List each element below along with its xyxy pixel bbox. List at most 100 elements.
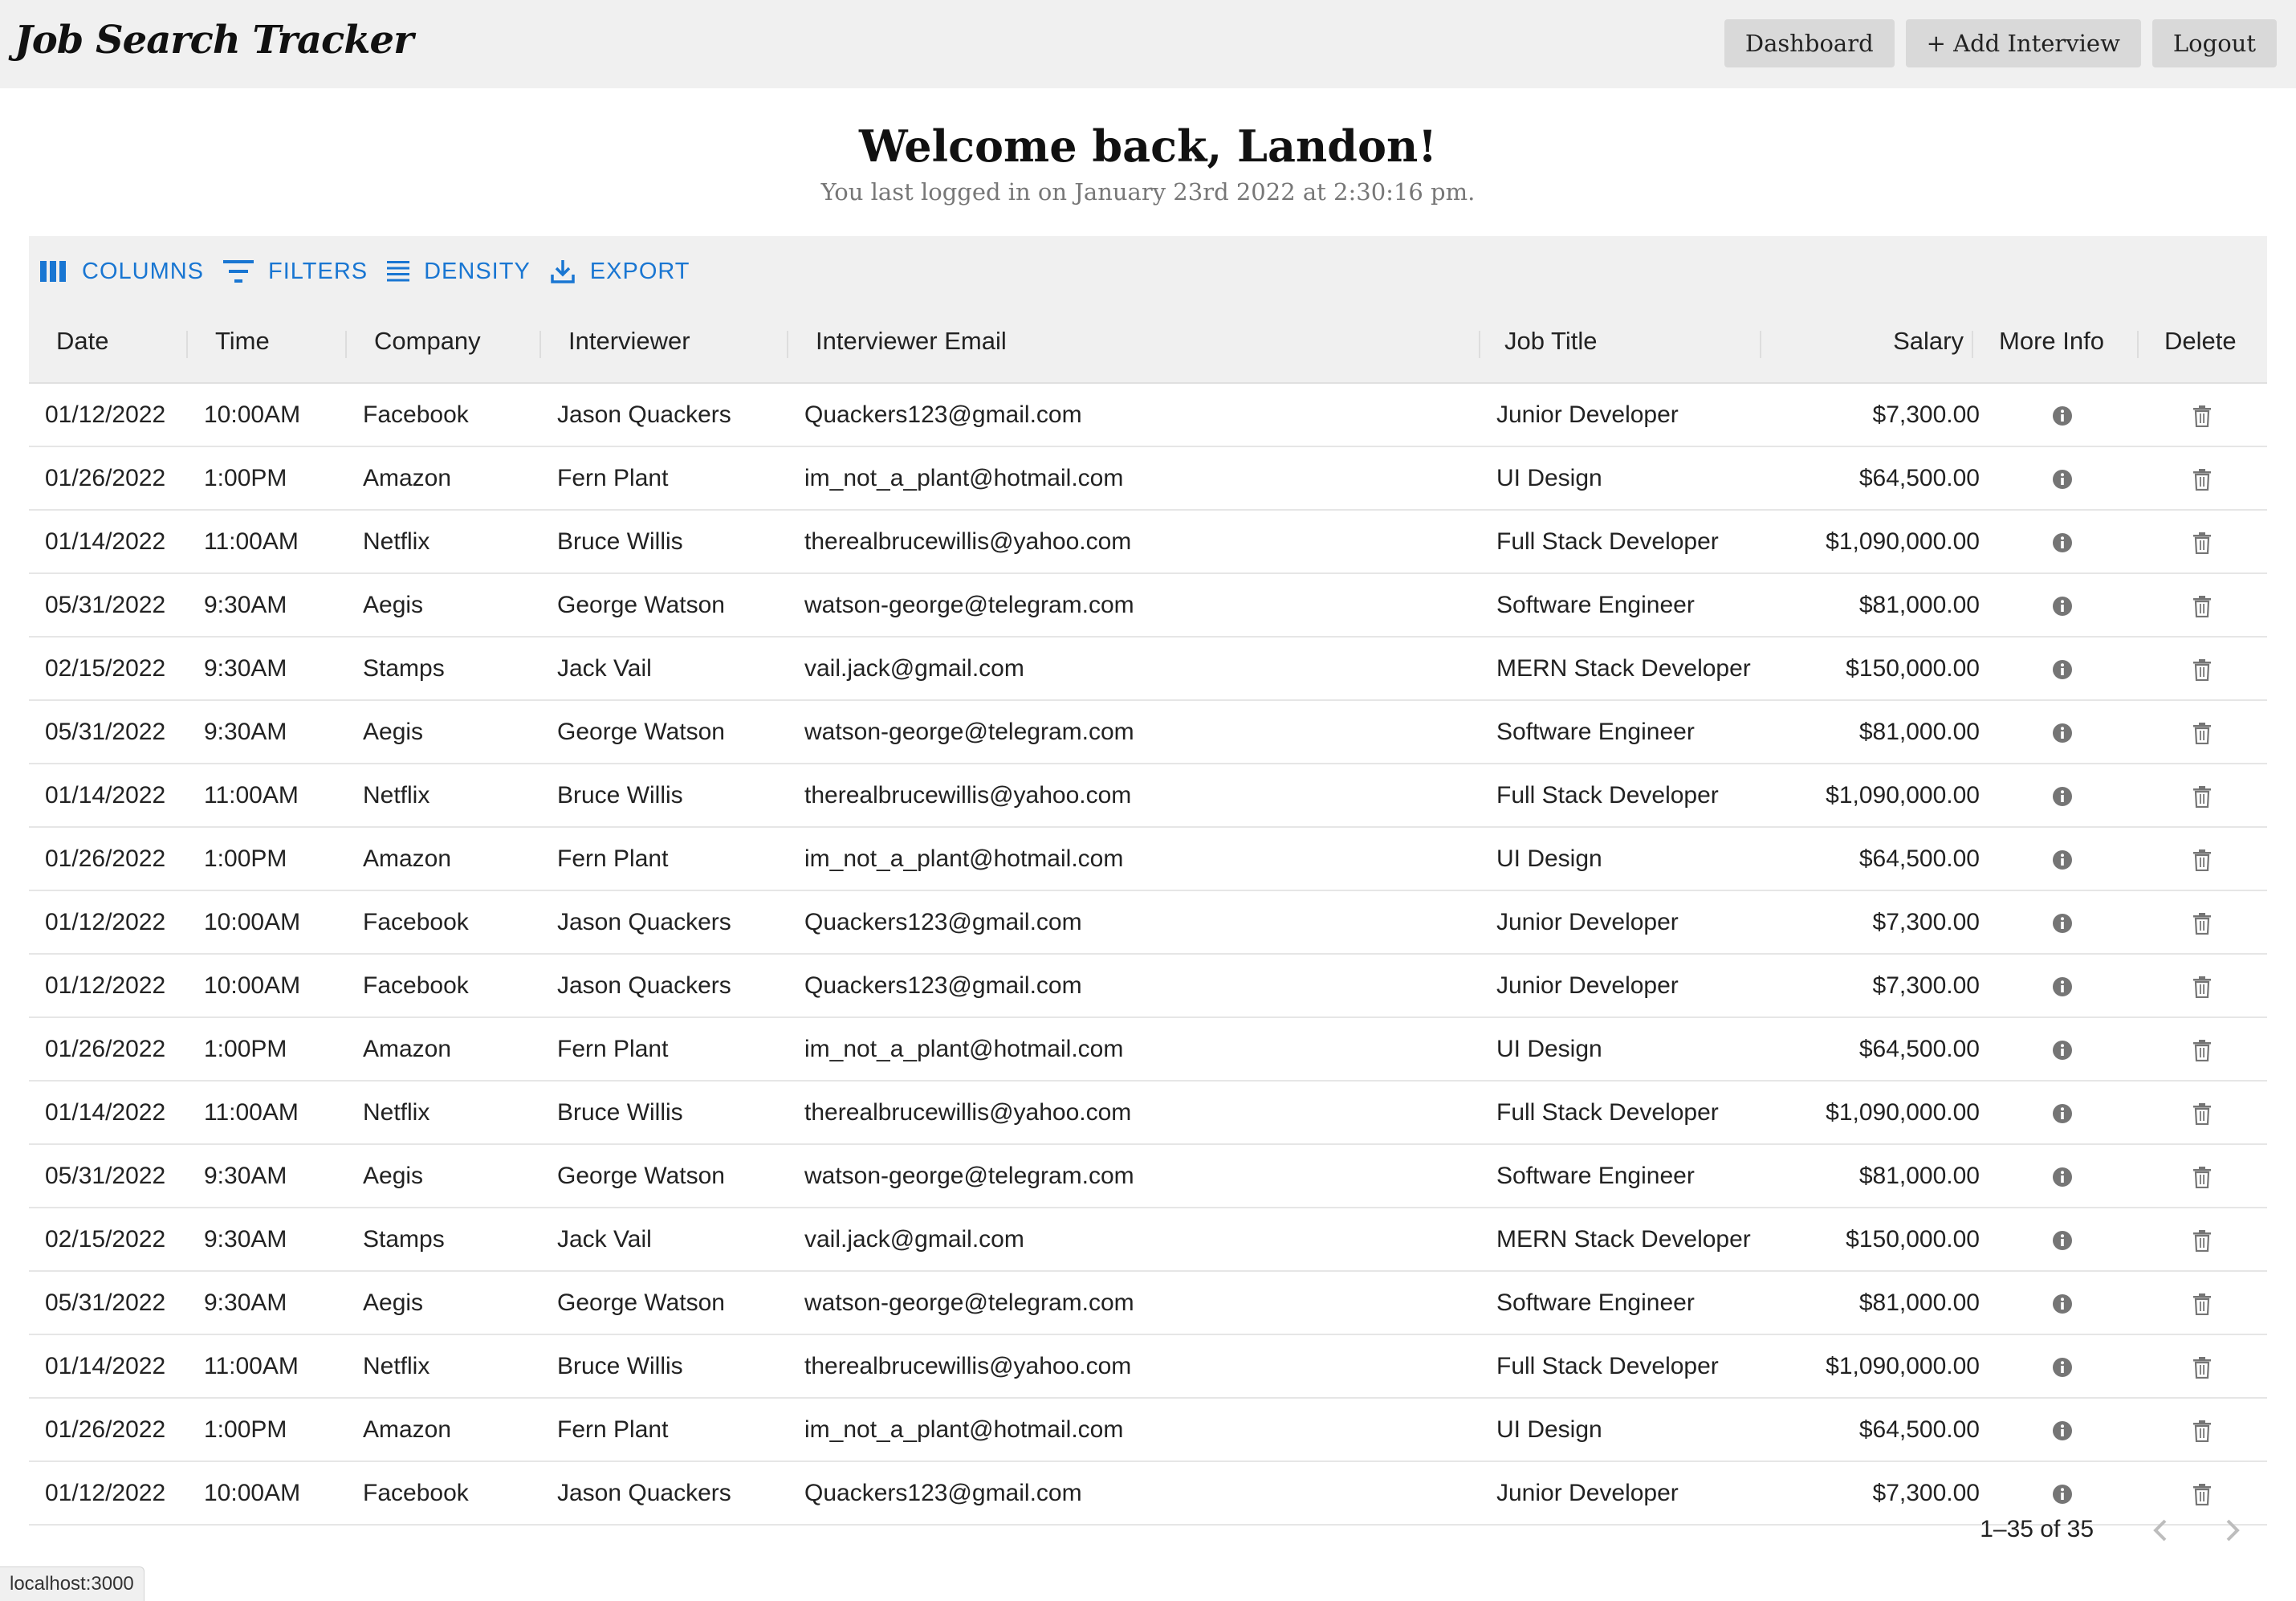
column-separator[interactable] <box>1479 331 1480 358</box>
table-row[interactable]: 02/15/2022 9:30AM Stamps Jack Vail vail.jack… <box>29 1208 2267 1272</box>
column-separator[interactable] <box>186 331 188 358</box>
table-row[interactable]: 01/14/2022 11:00AM Netflix Bruce Willis ther… <box>29 1335 2267 1399</box>
cell-interviewer: Bruce Willis <box>557 1353 683 1379</box>
trash-icon <box>2193 849 2211 872</box>
cell-time: 1:00PM <box>204 1036 287 1062</box>
delete-button[interactable] <box>2137 1018 2267 1080</box>
table-row[interactable]: 01/14/2022 11:00AM Netflix Bruce Willis ther… <box>29 511 2267 574</box>
delete-button[interactable] <box>2137 1145 2267 1207</box>
density-icon <box>387 261 410 282</box>
more-info-button[interactable] <box>1988 1335 2137 1397</box>
table-row[interactable]: 05/31/2022 9:30AM Aegis George Watson watson… <box>29 701 2267 764</box>
more-info-button[interactable] <box>1988 574 2137 636</box>
filters-button[interactable]: FILTERS <box>223 259 368 285</box>
delete-button[interactable] <box>2137 1399 2267 1460</box>
column-header-job-title[interactable]: Job Title <box>1493 307 1608 382</box>
column-separator[interactable] <box>1972 331 1973 358</box>
more-info-button[interactable] <box>1988 828 2137 890</box>
table-row[interactable]: 01/14/2022 11:00AM Netflix Bruce Willis ther… <box>29 1082 2267 1145</box>
table-header: Date Time Company Interviewer Interviewe… <box>29 307 2267 384</box>
add-interview-button[interactable]: + Add Interview <box>1905 19 2141 67</box>
column-separator[interactable] <box>1760 331 1761 358</box>
cell-company: Netflix <box>363 1099 430 1126</box>
delete-button[interactable] <box>2137 384 2267 446</box>
delete-button[interactable] <box>2137 1208 2267 1270</box>
more-info-button[interactable] <box>1988 511 2137 572</box>
delete-button[interactable] <box>2137 701 2267 763</box>
cell-interviewer-email: im_not_a_plant@hotmail.com <box>804 845 1124 872</box>
table-row[interactable]: 05/31/2022 9:30AM Aegis George Watson watson… <box>29 1272 2267 1335</box>
logout-button[interactable]: Logout <box>2151 19 2277 67</box>
table-row[interactable]: 05/31/2022 9:30AM Aegis George Watson watson… <box>29 1145 2267 1208</box>
next-page-button[interactable] <box>2211 1509 2253 1551</box>
columns-button[interactable]: COLUMNS <box>40 259 204 285</box>
table-row[interactable]: 05/31/2022 9:30AM Aegis George Watson watson… <box>29 574 2267 638</box>
more-info-button[interactable] <box>1988 955 2137 1016</box>
more-info-button[interactable] <box>1988 1208 2137 1270</box>
dashboard-button[interactable]: Dashboard <box>1724 19 1895 67</box>
column-separator[interactable] <box>345 331 347 358</box>
column-separator[interactable] <box>539 331 541 358</box>
table-row[interactable]: 01/14/2022 11:00AM Netflix Bruce Willis ther… <box>29 764 2267 828</box>
column-header-interviewer-email[interactable]: Interviewer Email <box>804 307 1018 382</box>
column-header-interviewer[interactable]: Interviewer <box>557 307 702 382</box>
column-separator[interactable] <box>2137 331 2139 358</box>
delete-button[interactable] <box>2137 1335 2267 1397</box>
cell-job-title: Full Stack Developer <box>1496 1353 1719 1379</box>
welcome-title: Welcome back, Landon! <box>859 120 1437 172</box>
filters-label: FILTERS <box>268 258 368 284</box>
delete-button[interactable] <box>2137 574 2267 636</box>
previous-page-button[interactable] <box>2140 1509 2182 1551</box>
column-separator[interactable] <box>787 331 788 358</box>
more-info-button[interactable] <box>1988 1082 2137 1143</box>
more-info-button[interactable] <box>1988 1272 2137 1334</box>
cell-time: 9:30AM <box>204 655 287 682</box>
density-button[interactable]: DENSITY <box>387 259 531 285</box>
table-row[interactable]: 01/12/2022 10:00AM Facebook Jason Quackers Q… <box>29 891 2267 955</box>
column-header-time[interactable]: Time <box>204 307 281 382</box>
cell-job-title: Software Engineer <box>1496 592 1695 618</box>
more-info-button[interactable] <box>1988 1145 2137 1207</box>
trash-icon <box>2193 1293 2211 1316</box>
more-info-button[interactable] <box>1988 701 2137 763</box>
delete-button[interactable] <box>2137 828 2267 890</box>
table-row[interactable]: 02/15/2022 9:30AM Stamps Jack Vail vail.jack… <box>29 638 2267 701</box>
table-row[interactable]: 01/26/2022 1:00PM Amazon Fern Plant im_not_a… <box>29 1018 2267 1082</box>
more-info-button[interactable] <box>1988 1018 2137 1080</box>
column-header-company[interactable]: Company <box>363 307 492 382</box>
column-header-delete[interactable]: Delete <box>2153 307 2248 382</box>
column-header-date[interactable]: Date <box>45 307 120 382</box>
delete-button[interactable] <box>2137 891 2267 953</box>
cell-interviewer-email: watson-george@telegram.com <box>804 1289 1134 1316</box>
table-row[interactable]: 01/26/2022 1:00PM Amazon Fern Plant im_not_a… <box>29 828 2267 891</box>
table-row[interactable]: 01/26/2022 1:00PM Amazon Fern Plant im_not_a… <box>29 447 2267 511</box>
column-header-salary[interactable]: Salary <box>1763 307 1975 382</box>
more-info-button[interactable] <box>1988 638 2137 699</box>
cell-time: 11:00AM <box>204 528 299 555</box>
delete-button[interactable] <box>2137 511 2267 572</box>
export-button[interactable]: EXPORT <box>550 259 690 285</box>
cell-salary: $1,090,000.00 <box>1826 1353 1980 1379</box>
app-brand[interactable]: Job Search Tracker <box>14 18 413 63</box>
delete-button[interactable] <box>2137 447 2267 509</box>
delete-button[interactable] <box>2137 764 2267 826</box>
more-info-button[interactable] <box>1988 384 2137 446</box>
table-row[interactable]: 01/12/2022 10:00AM Facebook Jason Quackers Q… <box>29 955 2267 1018</box>
delete-button[interactable] <box>2137 1082 2267 1143</box>
cell-job-title: UI Design <box>1496 1036 1602 1062</box>
delete-button[interactable] <box>2137 1272 2267 1334</box>
more-info-button[interactable] <box>1988 1399 2137 1460</box>
more-info-button[interactable] <box>1988 447 2137 509</box>
column-header-more-info[interactable]: More Info <box>1988 307 2115 382</box>
info-icon <box>2053 597 2072 617</box>
trash-icon <box>2193 1357 2211 1379</box>
table-row[interactable]: 01/26/2022 1:00PM Amazon Fern Plant im_not_a… <box>29 1399 2267 1462</box>
cell-interviewer: Jack Vail <box>557 1226 652 1253</box>
more-info-button[interactable] <box>1988 891 2137 953</box>
cell-time: 10:00AM <box>204 909 301 935</box>
cell-job-title: Software Engineer <box>1496 1163 1695 1189</box>
table-row[interactable]: 01/12/2022 10:00AM Facebook Jason Quackers Q… <box>29 384 2267 447</box>
delete-button[interactable] <box>2137 955 2267 1016</box>
delete-button[interactable] <box>2137 638 2267 699</box>
more-info-button[interactable] <box>1988 764 2137 826</box>
